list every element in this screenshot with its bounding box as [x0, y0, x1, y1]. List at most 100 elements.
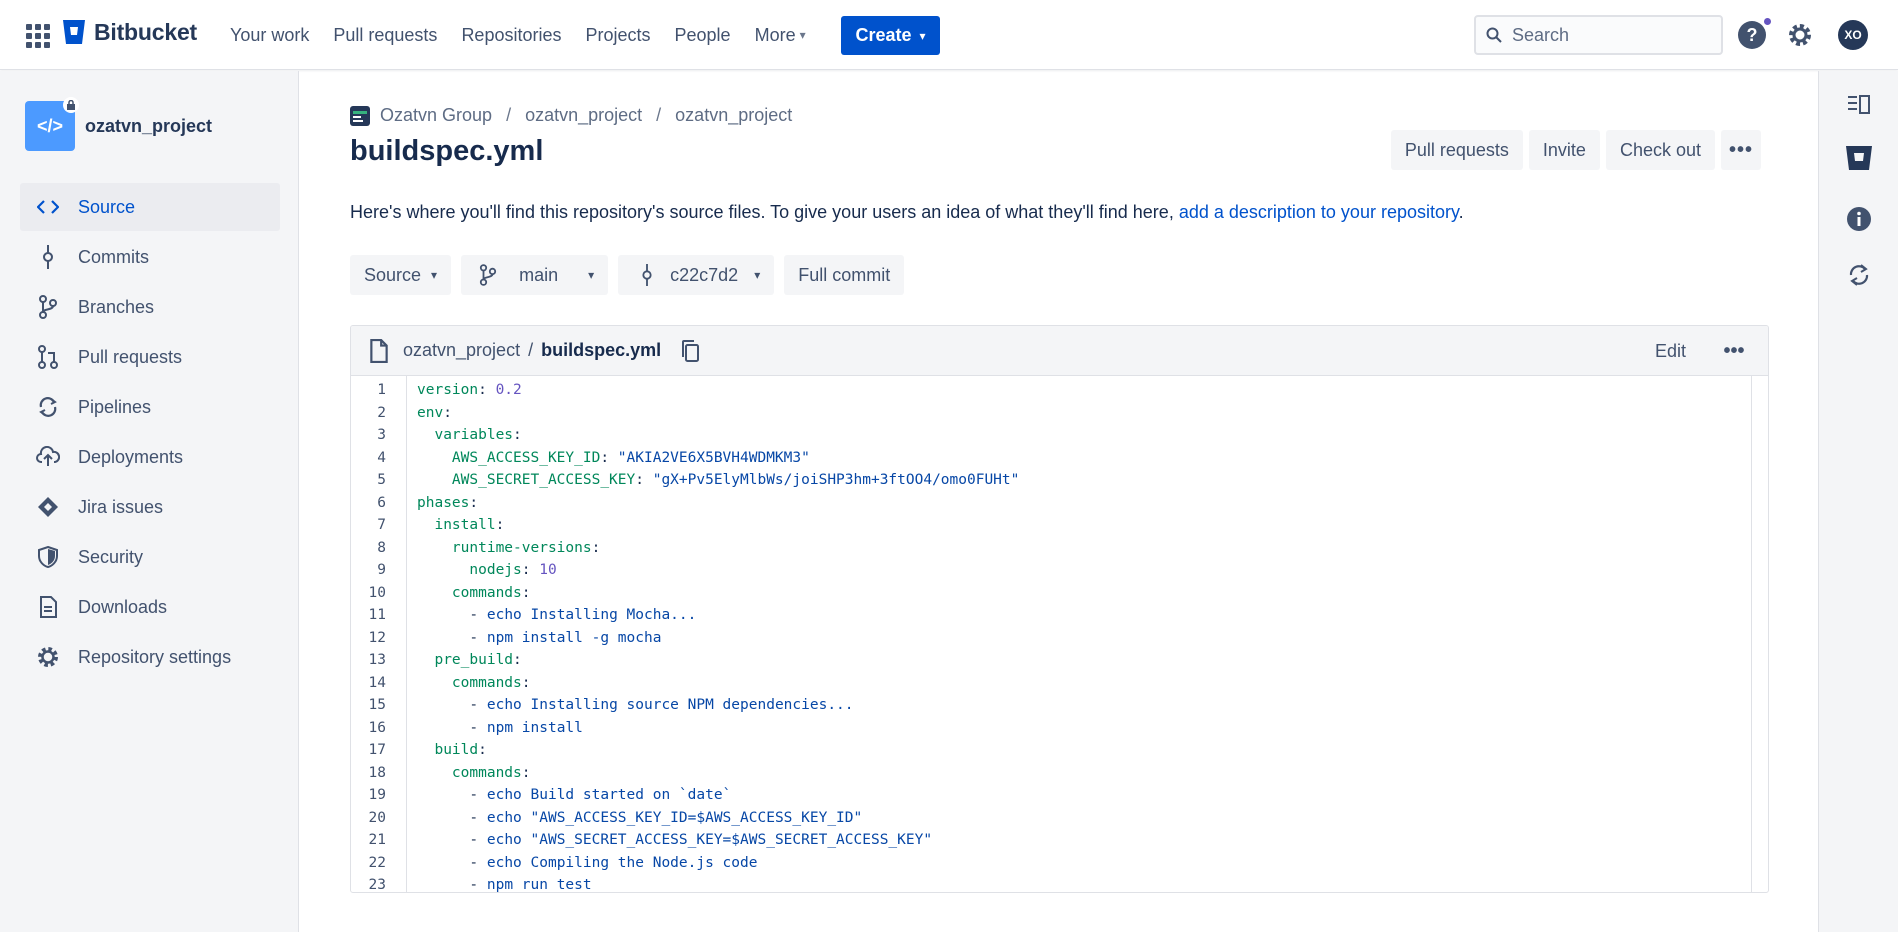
line-number: 6 — [377, 494, 386, 511]
branch-icon — [36, 295, 60, 319]
sidebar-item-deployments[interactable]: Deployments — [20, 433, 280, 481]
sidebar-item-branches[interactable]: Branches — [20, 283, 280, 331]
breadcrumb-separator: / — [506, 105, 512, 125]
full-commit-button[interactable]: Full commit — [784, 255, 905, 295]
commit-selector[interactable]: c22c7d2 ▾ — [618, 255, 775, 295]
repo-name: ozatvn_project — [85, 115, 213, 136]
breadcrumb-project[interactable]: ozatvn_project — [525, 105, 642, 126]
sidebar-item-jira-issues[interactable]: Jira issues — [20, 483, 280, 531]
bitbucket-icon — [63, 20, 85, 44]
invite-button[interactable]: Invite — [1528, 130, 1600, 170]
breadcrumb-repository[interactable]: ozatvn_project — [675, 105, 792, 126]
jira-icon — [36, 495, 60, 519]
branch-icon — [479, 264, 497, 286]
code-line: install: — [434, 517, 505, 533]
branch-selector[interactable]: main ▾ — [461, 255, 609, 295]
product-name: Bitbucket — [94, 18, 197, 45]
sidebar-item-pull-requests[interactable]: Pull requests — [20, 333, 280, 381]
sidebar-item-security[interactable]: Security — [20, 533, 280, 581]
info-icon[interactable] — [1845, 205, 1873, 233]
workspace-icon — [350, 105, 370, 126]
line-number: 9 — [377, 562, 386, 578]
line-number: 4 — [377, 449, 386, 466]
edit-button[interactable]: Edit — [1643, 331, 1698, 371]
breadcrumb-workspace[interactable]: Ozatvn Group — [380, 105, 492, 126]
sidebar-item-source[interactable]: Source — [20, 183, 280, 231]
shield-icon — [36, 545, 60, 569]
search-input[interactable] — [1512, 24, 1702, 46]
commit-selector-label: c22c7d2 — [670, 264, 739, 285]
sidebar-item-commits[interactable]: Commits — [20, 233, 280, 281]
user-avatar[interactable]: XO — [1838, 20, 1868, 50]
line-number: 17 — [368, 742, 386, 758]
breadcrumb-separator: / — [656, 105, 662, 125]
copy-icon[interactable] — [679, 339, 703, 363]
commit-icon — [36, 245, 60, 269]
line-number: 21 — [368, 832, 386, 848]
create-button[interactable]: Create ▾ — [841, 16, 940, 55]
code-line: env: — [417, 404, 452, 421]
sidebar-item-pipelines[interactable]: Pipelines — [20, 383, 280, 431]
add-description-link[interactable]: add a description to your repository — [1179, 202, 1459, 222]
code-line: version: 0.2 — [417, 382, 522, 398]
nav-projects[interactable]: Projects — [573, 15, 662, 55]
bitbucket-logo[interactable]: Bitbucket — [62, 18, 197, 46]
line-number: 7 — [377, 517, 386, 533]
line-number: 13 — [368, 652, 386, 668]
sidebar-toggle-icon[interactable] — [1845, 91, 1873, 119]
file-icon — [370, 338, 388, 363]
breadcrumb: Ozatvn Group / ozatvn_project / ozatvn_p… — [350, 105, 792, 126]
chevron-down-icon: ▾ — [919, 28, 926, 43]
nav-repositories[interactable]: Repositories — [449, 15, 573, 55]
scrollbar-track[interactable] — [1751, 376, 1752, 892]
view-selector[interactable]: Source ▾ — [350, 255, 452, 295]
branch-selector-label: main — [519, 264, 559, 285]
code-line: build: — [434, 742, 487, 758]
settings-gear-icon[interactable] — [1786, 21, 1814, 49]
help-icon[interactable]: ? — [1738, 21, 1766, 49]
line-number: 1 — [377, 382, 386, 398]
code-line: commands: — [451, 674, 531, 691]
sidebar-item-label: Branches — [78, 296, 155, 317]
nav-people[interactable]: People — [663, 15, 743, 55]
line-number: 19 — [368, 787, 386, 803]
description-text: Here's where you'll find this repository… — [350, 202, 1179, 222]
file-header: ozatvn_project / buildspec.yml Edit ••• — [351, 326, 1768, 376]
sidebar-item-label: Source — [78, 196, 136, 217]
repo-header[interactable]: </> ozatvn_project — [25, 97, 213, 151]
line-numbers: 1 2 3 4 5 6 7 8 9 10 11 12 13 14 15 16 17 18 19 20 21 22 23 — [351, 376, 407, 892]
file-more-icon[interactable]: ••• — [1714, 331, 1754, 371]
code-line: nodejs: 10 — [469, 562, 557, 578]
chevron-down-icon: ▾ — [754, 268, 761, 282]
chevron-down-icon: ▾ — [588, 268, 595, 282]
page-title: buildspec.yml — [350, 135, 544, 167]
nav-your-work[interactable]: Your work — [218, 15, 321, 55]
header-actions: Pull requests Invite Check out ••• — [1390, 130, 1761, 170]
notification-dot — [1763, 17, 1772, 26]
app-switcher-icon[interactable] — [26, 24, 50, 48]
line-number: 11 — [368, 607, 386, 623]
code-view: 1 2 3 4 5 6 7 8 9 10 11 12 13 14 15 16 17 18 19 20 21 22 23 ve… — [351, 376, 1751, 893]
nav-more-label: More — [754, 24, 796, 45]
more-actions-icon[interactable]: ••• — [1721, 130, 1761, 170]
file-path-repo[interactable]: ozatvn_project — [403, 340, 520, 361]
search-box[interactable] — [1474, 15, 1723, 55]
sidebar-item-repository-settings[interactable]: Repository settings — [20, 633, 280, 681]
line-number: 5 — [377, 472, 386, 488]
nav-more[interactable]: More ▾ — [743, 15, 818, 55]
description-end: . — [1458, 202, 1464, 222]
pull-requests-button[interactable]: Pull requests — [1390, 130, 1523, 170]
bitbucket-icon[interactable] — [1845, 144, 1873, 172]
nav-pull-requests[interactable]: Pull requests — [321, 15, 449, 55]
code-line: - npm run test — [469, 877, 592, 893]
search-icon — [1486, 27, 1502, 43]
main-content: Ozatvn Group / ozatvn_project / ozatvn_p… — [300, 71, 1818, 932]
sidebar-item-label: Jira issues — [78, 496, 164, 517]
check-out-button[interactable]: Check out — [1605, 130, 1715, 170]
line-number: 15 — [368, 697, 386, 713]
sync-icon[interactable] — [1845, 261, 1873, 289]
sidebar: </> ozatvn_project Source Commits Branch… — [0, 71, 299, 932]
sidebar-item-label: Pipelines — [78, 396, 152, 417]
code-line: - echo Installing Mocha... — [469, 607, 697, 623]
sidebar-item-downloads[interactable]: Downloads — [20, 583, 280, 631]
